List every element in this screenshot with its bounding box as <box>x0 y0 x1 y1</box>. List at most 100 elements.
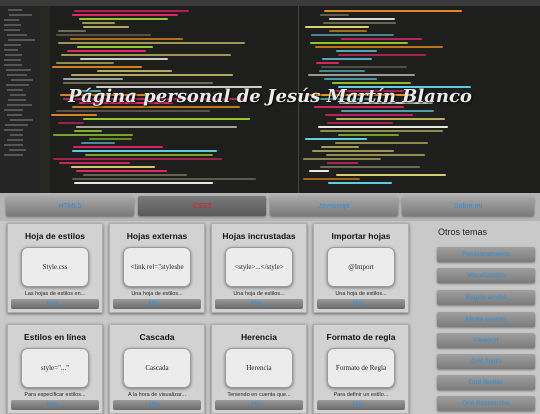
code-line <box>72 150 217 152</box>
file-tree-entry <box>8 9 22 11</box>
code-line <box>72 178 256 180</box>
code-line <box>72 14 178 16</box>
file-tree-entry <box>4 29 20 31</box>
code-line <box>53 158 222 160</box>
card-hoja-de-estilos: Hoja de estilos Style.css Las hojas de e… <box>7 223 103 313</box>
code-line <box>336 118 445 120</box>
more-button[interactable]: Más... <box>215 299 303 309</box>
more-button[interactable]: Más... <box>11 299 99 309</box>
code-line <box>305 26 369 28</box>
code-line <box>73 146 163 148</box>
file-tree-entry <box>4 154 23 156</box>
card-title: Importar hojas <box>331 231 391 241</box>
code-line <box>318 126 448 128</box>
card-preview: Formato de Regla <box>327 348 395 388</box>
code-line <box>81 142 115 144</box>
nav-sobre-mi[interactable]: Sobre mi <box>402 196 534 216</box>
card-title: Estilos en línea <box>24 332 86 342</box>
file-tree-entry <box>9 149 26 151</box>
code-line <box>83 174 187 176</box>
more-button[interactable]: Más... <box>113 299 201 309</box>
code-line <box>51 114 97 116</box>
card-description: Una hoja de estilos... <box>131 291 183 297</box>
code-line <box>58 122 84 124</box>
card-title: Hoja de estilos <box>25 231 85 241</box>
more-button[interactable]: Más... <box>113 400 201 410</box>
more-button[interactable]: Más... <box>317 299 405 309</box>
code-line <box>320 14 349 16</box>
card-preview: Herencia <box>225 348 293 388</box>
code-line <box>312 150 394 152</box>
code-line <box>74 182 213 184</box>
card-formato-de-regla: Formato de regla Formato de Regla Para d… <box>313 324 409 414</box>
file-tree-entry <box>4 144 23 146</box>
card-description: Para especificar estilos... <box>24 392 86 398</box>
file-tree-entry <box>11 79 33 81</box>
code-line <box>328 182 392 184</box>
code-line <box>80 58 168 60</box>
card-importar-hojas: Importar hojas @Import Una hoja de estil… <box>313 223 409 313</box>
card-cascada: Cascada Cascada A la hora de visualizar.… <box>109 324 205 414</box>
code-line <box>309 170 329 172</box>
code-line <box>53 134 133 136</box>
card-preview: Style.css <box>21 247 89 287</box>
code-line <box>83 26 129 28</box>
code-line <box>329 18 395 20</box>
code-line <box>58 42 245 44</box>
card-hojas-externas: Hojas externas <link rel="styleshe Una h… <box>109 223 205 313</box>
code-line <box>71 74 233 76</box>
code-line <box>319 70 365 72</box>
code-line <box>327 122 393 124</box>
more-button[interactable]: Más... <box>215 400 303 410</box>
code-line <box>67 50 146 52</box>
code-line <box>82 22 115 24</box>
code-line <box>83 118 250 120</box>
code-line <box>303 178 360 180</box>
code-line <box>89 138 132 140</box>
sidebar-item-grid-responsive[interactable]: Grid Responsive <box>437 396 535 411</box>
page-title: Página personal de Jesús Martín Blanco <box>68 86 472 107</box>
code-line <box>71 166 155 168</box>
card-description: Una hoja de estilos... <box>233 291 285 297</box>
more-button[interactable]: Más... <box>317 400 405 410</box>
code-line <box>310 42 408 44</box>
code-line <box>332 82 411 84</box>
file-tree-entry <box>4 64 22 66</box>
sidebar-item-grid-fluido[interactable]: Grid fluido <box>437 354 535 369</box>
sidebar-item-media-queries[interactable]: Media queries <box>437 312 535 327</box>
nav-html5[interactable]: HTML5 <box>6 196 134 216</box>
code-line <box>326 154 425 156</box>
sidebar-item-visualizacion[interactable]: Visualización <box>437 268 535 283</box>
more-button[interactable]: Más... <box>11 400 99 410</box>
sidebar-item-viewport[interactable]: Viewport <box>437 333 535 348</box>
sidebar-item-posicionamiento[interactable]: Posicionamiento <box>437 247 535 262</box>
code-line <box>56 62 114 64</box>
code-line <box>308 74 415 76</box>
card-preview: <link rel="styleshe <box>123 247 191 287</box>
sidebar-item-reglas-arroba[interactable]: Reglas arroba <box>437 290 535 305</box>
file-tree-entry <box>5 124 28 126</box>
code-line <box>335 142 428 144</box>
nav-javascript[interactable]: Javascript <box>270 196 398 216</box>
code-line <box>311 34 394 36</box>
code-line <box>305 138 367 140</box>
card-estilos-en-linea: Estilos en línea style="..." Para especi… <box>7 324 103 414</box>
card-title: Formato de regla <box>326 332 396 342</box>
code-line <box>56 34 151 36</box>
card-title: Hojas incrustadas <box>222 231 296 241</box>
code-line <box>56 110 210 112</box>
file-tree-entry <box>7 74 27 76</box>
code-line <box>336 174 446 176</box>
file-tree-entry <box>4 109 23 111</box>
code-line <box>74 130 102 132</box>
header-banner: Página personal de Jesús Martín Blanco <box>0 0 540 193</box>
card-title: Cascada <box>139 332 175 342</box>
file-tree-entry <box>6 69 31 71</box>
file-tree-entry <box>7 139 23 141</box>
code-line <box>85 154 213 156</box>
nav-css3[interactable]: CSS3 <box>138 196 266 216</box>
card-description: Una hoja de estilos... <box>335 291 387 297</box>
card-preview: <style>...</style> <box>225 247 293 287</box>
sidebar-item-grid-flexible[interactable]: Grid flexible <box>437 375 535 390</box>
code-line <box>315 46 443 48</box>
